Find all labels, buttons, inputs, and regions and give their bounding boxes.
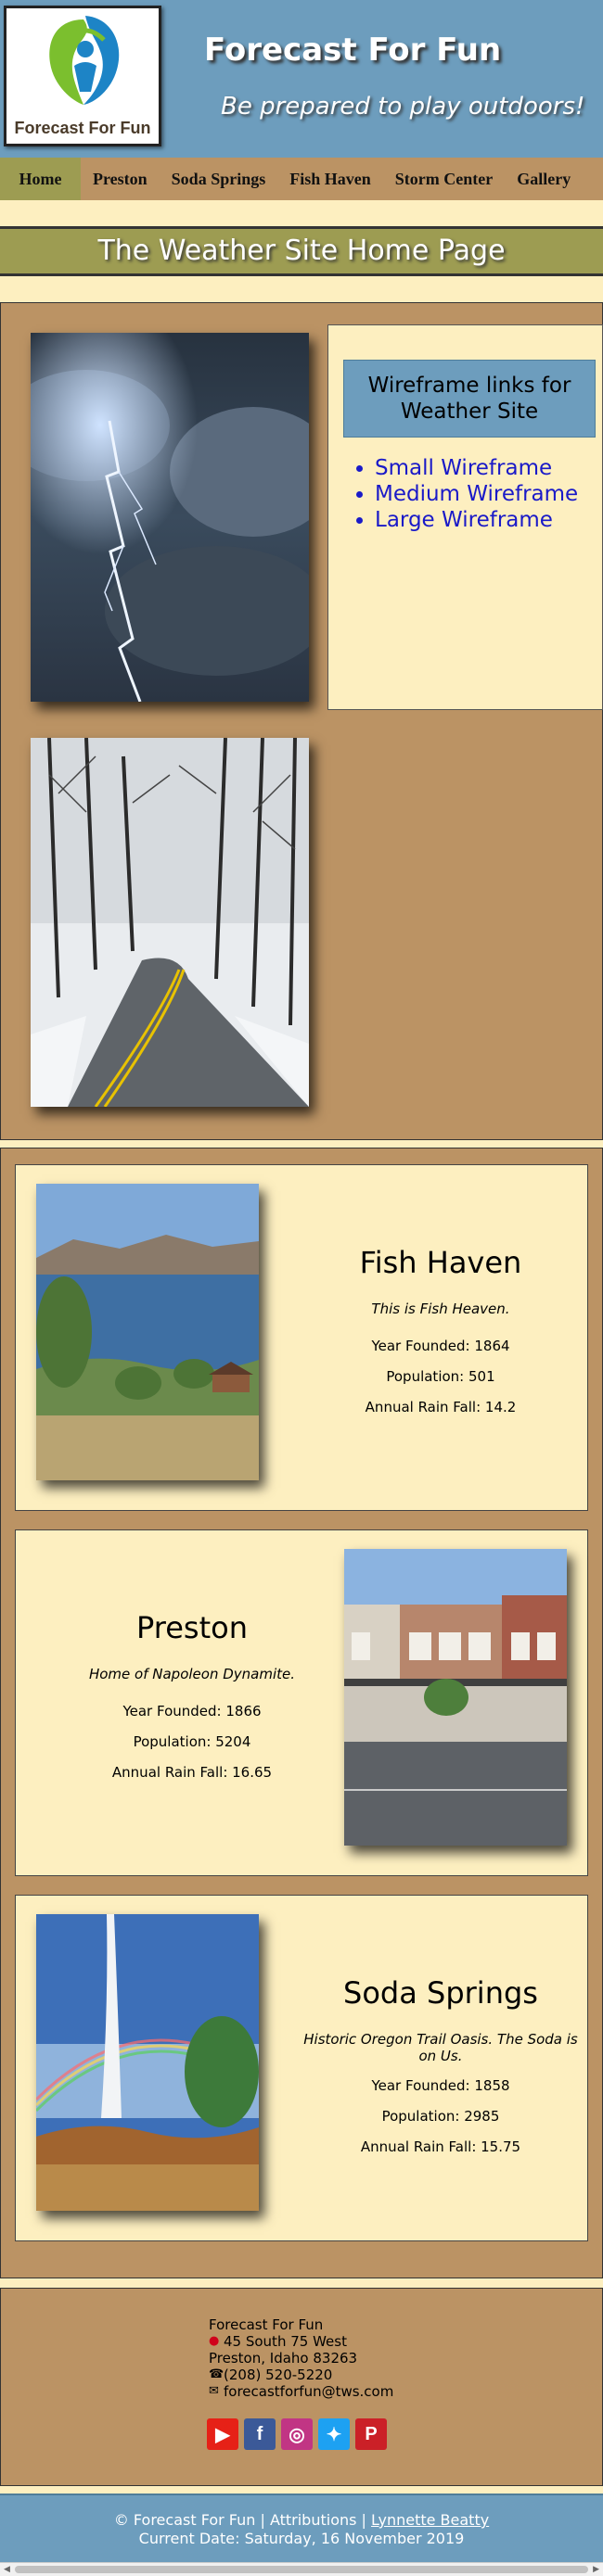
list-item: Medium Wireframe [375, 481, 578, 507]
contact-street-line: ● 45 South 75 West [209, 2333, 393, 2350]
town-info: Fish Haven This is Fish Heaven. Year Fou… [302, 1245, 580, 1429]
annual-rainfall: Annual Rain Fall: 15.75 [360, 2138, 521, 2155]
contact-footer: Forecast For Fun ● 45 South 75 West Pres… [0, 2288, 603, 2486]
main-nav: Home Preston Soda Springs Fish Haven Sto… [0, 158, 603, 200]
current-date: Current Date: Saturday, 16 November 2019 [138, 2530, 465, 2547]
facebook-icon[interactable]: f [244, 2418, 276, 2450]
town-info: Preston Home of Napoleon Dynamite. Year … [53, 1610, 331, 1795]
town-card-fish-haven: Fish Haven This is Fish Heaven. Year Fou… [15, 1164, 588, 1511]
small-wireframe-link[interactable]: Small Wireframe [375, 456, 552, 480]
town-name: Fish Haven [359, 1245, 522, 1280]
medium-wireframe-link[interactable]: Medium Wireframe [375, 482, 578, 506]
nav-gallery[interactable]: Gallery [505, 158, 583, 200]
page-title: The Weather Site Home Page [0, 226, 603, 276]
year-founded: Year Founded: 1864 [371, 1338, 510, 1354]
town-tagline: Historic Oregon Trail Oasis. The Soda is… [303, 2031, 578, 2064]
snowy-road-image [31, 738, 309, 1107]
population: Population: 2985 [381, 2108, 500, 2125]
population: Population: 501 [386, 1368, 495, 1385]
wireframe-title: Wireframe links for Weather Site [343, 360, 596, 438]
nav-soda-springs[interactable]: Soda Springs [160, 158, 278, 200]
horizontal-scrollbar[interactable]: ◀ ▶ [0, 2562, 603, 2576]
population: Population: 5204 [133, 1733, 251, 1750]
lightning-storm-image [31, 333, 309, 702]
wireframe-links: Small Wireframe Medium Wireframe Large W… [364, 455, 578, 533]
twitter-icon[interactable]: ✦ [318, 2418, 350, 2450]
year-founded: Year Founded: 1858 [371, 2077, 510, 2094]
list-item: Small Wireframe [375, 455, 578, 481]
contact-address: Forecast For Fun ● 45 South 75 West Pres… [209, 2316, 393, 2400]
site-logo[interactable]: Forecast For Fun [4, 6, 161, 146]
site-title: Forecast For Fun [204, 32, 502, 69]
phone-icon: ☎ [209, 2367, 225, 2381]
town-name: Preston [136, 1610, 248, 1645]
scroll-left-icon[interactable]: ◀ [4, 2564, 10, 2574]
year-founded: Year Founded: 1866 [122, 1703, 262, 1719]
logo-graphic-icon [49, 16, 120, 105]
annual-rainfall: Annual Rain Fall: 14.2 [365, 1399, 517, 1415]
envelope-icon: ✉ [209, 2384, 219, 2398]
copyright-line: © Forecast For Fun | Attributions | Lynn… [0, 2511, 603, 2530]
pinterest-icon[interactable]: P [355, 2418, 387, 2450]
wireframe-panel: Wireframe links for Weather Site Small W… [327, 324, 603, 710]
contact-email[interactable]: forecastforfun@tws.com [224, 2383, 393, 2400]
site-tagline: Be prepared to play outdoors! [221, 93, 585, 121]
preston-image [344, 1549, 567, 1846]
map-pin-icon: ● [209, 2334, 220, 2348]
nav-preston[interactable]: Preston [81, 158, 160, 200]
fish-haven-image [36, 1184, 259, 1480]
contact-phone-line: ☎ (208) 520-5220 [209, 2367, 393, 2383]
site-header: Forecast For Fun Forecast For Fun Be pre… [0, 0, 603, 158]
town-card-soda-springs: Soda Springs Historic Oregon Trail Oasis… [15, 1895, 588, 2241]
youtube-icon[interactable]: ▶ [207, 2418, 238, 2450]
town-info: Soda Springs Historic Oregon Trail Oasis… [302, 1975, 580, 2169]
nav-storm-center[interactable]: Storm Center [383, 158, 505, 200]
town-card-preston: Preston Home of Napoleon Dynamite. Year … [15, 1529, 588, 1876]
scroll-right-icon[interactable]: ▶ [593, 2564, 599, 2574]
contact-city: Preston, Idaho 83263 [209, 2350, 358, 2367]
social-links: ▶ f ◎ ✦ P [207, 2418, 387, 2450]
town-tagline: Home of Napoleon Dynamite. [88, 1666, 296, 1682]
large-wireframe-link[interactable]: Large Wireframe [375, 508, 553, 532]
annual-rainfall: Annual Rain Fall: 16.65 [111, 1764, 273, 1781]
instagram-icon[interactable]: ◎ [281, 2418, 313, 2450]
author-link[interactable]: Lynnette Beatty [371, 2511, 489, 2529]
contact-email-line: ✉ forecastforfun@tws.com [209, 2383, 393, 2400]
nav-fish-haven[interactable]: Fish Haven [277, 158, 383, 200]
copyright-bar: © Forecast For Fun | Attributions | Lynn… [0, 2494, 603, 2562]
copyright-text: © Forecast For Fun | Attributions | [113, 2511, 366, 2529]
logo-text: Forecast For Fun [14, 119, 151, 137]
town-tagline: This is Fish Heaven. [371, 1301, 510, 1317]
contact-name: Forecast For Fun [209, 2316, 324, 2333]
scrollbar-thumb[interactable] [15, 2566, 588, 2573]
soda-springs-image [36, 1914, 259, 2211]
town-name: Soda Springs [343, 1975, 538, 2011]
contact-street: 45 South 75 West [224, 2333, 347, 2350]
list-item: Large Wireframe [375, 507, 578, 533]
contact-phone[interactable]: (208) 520-5220 [224, 2367, 332, 2383]
nav-home[interactable]: Home [0, 158, 81, 200]
